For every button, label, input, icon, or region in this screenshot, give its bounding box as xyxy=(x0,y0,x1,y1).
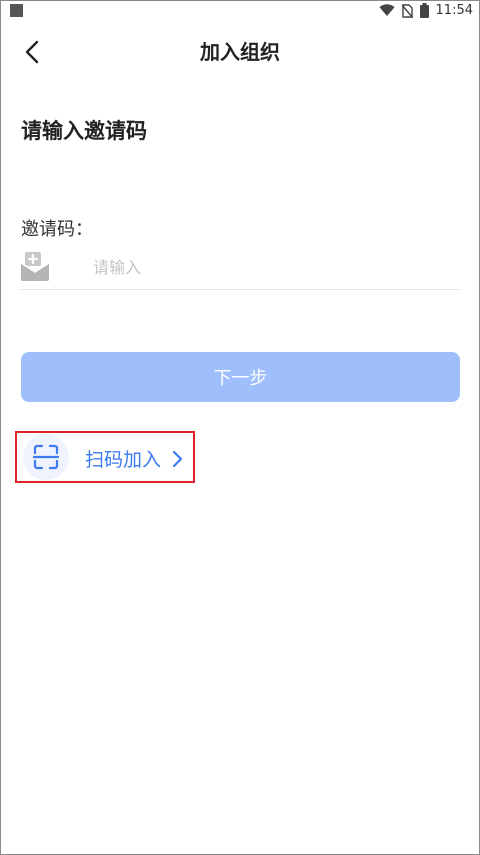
invite-envelope-icon xyxy=(21,252,49,281)
no-sim-icon xyxy=(401,3,413,18)
invite-code-input[interactable] xyxy=(93,253,453,281)
wifi-icon xyxy=(379,4,395,16)
scan-icon xyxy=(33,444,59,470)
invite-code-label: 邀请码： xyxy=(21,219,93,240)
chevron-right-icon xyxy=(172,450,183,468)
status-time: 11:54 xyxy=(435,3,473,18)
scan-join-label: 扫码加入 xyxy=(85,449,162,471)
page-title: 加入组织 xyxy=(200,40,280,64)
invite-code-row xyxy=(21,247,459,290)
notification-icon xyxy=(10,4,23,17)
battery-icon xyxy=(419,3,429,18)
section-heading: 请输入邀请码 xyxy=(21,119,147,143)
next-step-button[interactable]: 下一步 xyxy=(21,352,460,402)
scan-join-button[interactable]: 扫码加入 xyxy=(15,431,195,483)
screen: 11:54 加入组织 请输入邀请码 邀请码： 下一步 扫码加入 xyxy=(0,0,480,855)
status-indicators: 11:54 xyxy=(379,3,473,18)
status-bar: 11:54 xyxy=(1,1,479,23)
scan-icon-background xyxy=(23,434,69,480)
